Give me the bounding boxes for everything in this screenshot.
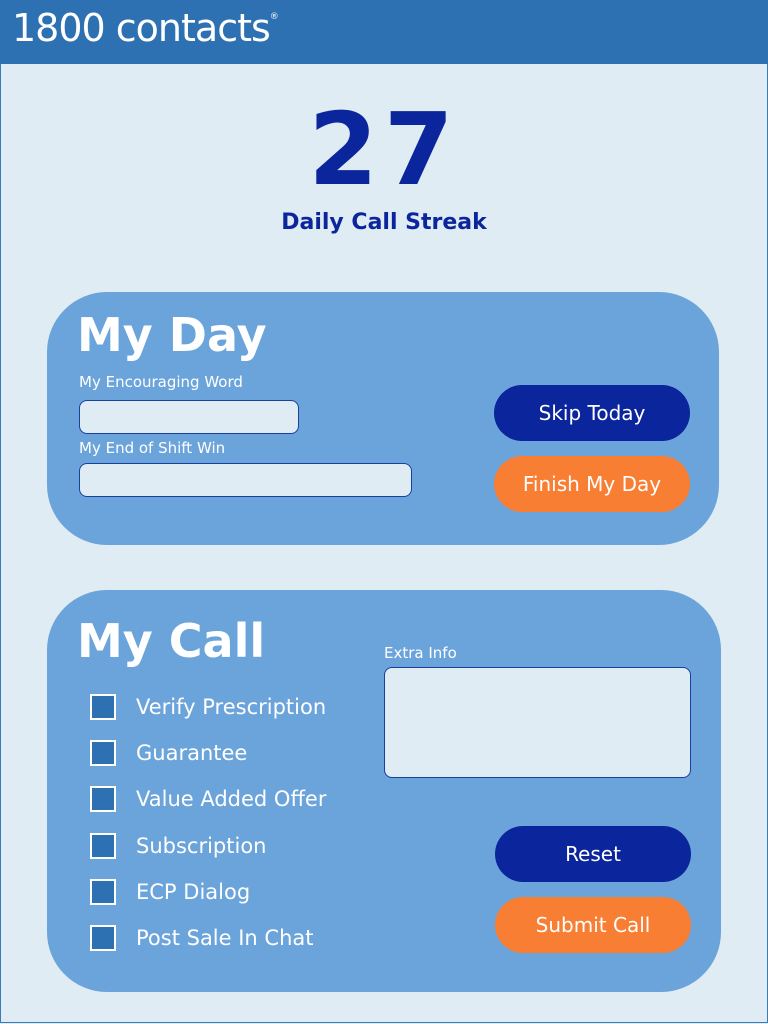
checklist-item-post-sale-in-chat[interactable]: Post Sale In Chat [90, 923, 314, 953]
checkbox[interactable] [90, 879, 116, 905]
my-day-card: My Day My Encouraging Word My End of Shi… [47, 292, 719, 545]
my-day-title: My Day [77, 308, 267, 362]
checklist-label: Subscription [136, 834, 267, 858]
logo-text: 1800 contacts [12, 6, 271, 50]
checkbox[interactable] [90, 694, 116, 720]
my-call-title: My Call [77, 614, 266, 668]
checklist-label: Verify Prescription [136, 695, 327, 719]
checklist-item-guarantee[interactable]: Guarantee [90, 738, 247, 768]
checkbox[interactable] [90, 786, 116, 812]
checklist-item-ecp-dialog[interactable]: ECP Dialog [90, 877, 250, 907]
top-bar: 1800 contacts® [0, 0, 768, 64]
brand-logo[interactable]: 1800 contacts® [12, 6, 279, 50]
checklist-item-subscription[interactable]: Subscription [90, 831, 266, 861]
registered-mark: ® [269, 12, 279, 22]
extra-info-label: Extra Info [384, 644, 457, 662]
extra-info-textarea[interactable] [384, 667, 691, 778]
streak-count: 27 [308, 91, 460, 208]
reset-button[interactable]: Reset [495, 826, 691, 882]
checkbox[interactable] [90, 833, 116, 859]
checklist-label: Post Sale In Chat [136, 926, 314, 950]
streak-label: Daily Call Streak [281, 210, 487, 235]
checkbox[interactable] [90, 925, 116, 951]
checklist-label: ECP Dialog [136, 880, 251, 904]
finish-my-day-button[interactable]: Finish My Day [494, 456, 690, 512]
checklist-label: Value Added Offer [136, 787, 327, 811]
checkbox[interactable] [90, 740, 116, 766]
encouraging-word-input[interactable] [79, 400, 299, 434]
submit-call-button[interactable]: Submit Call [495, 897, 691, 953]
encouraging-word-label: My Encouraging Word [79, 373, 243, 391]
end-of-shift-win-input[interactable] [79, 463, 412, 497]
skip-today-button[interactable]: Skip Today [494, 385, 690, 441]
end-of-shift-win-label: My End of Shift Win [79, 439, 226, 457]
checklist-item-value-added-offer[interactable]: Value Added Offer [90, 784, 326, 814]
checklist-item-verify-prescription[interactable]: Verify Prescription [90, 692, 326, 722]
checklist-label: Guarantee [136, 741, 248, 765]
